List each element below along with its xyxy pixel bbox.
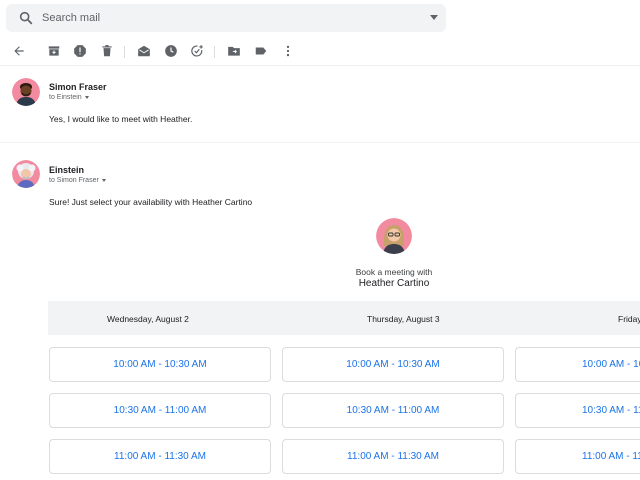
report-spam-icon[interactable]	[73, 44, 87, 58]
avatar[interactable]	[12, 78, 40, 106]
time-slot-button[interactable]: 11:00 AM - 11:30 AM	[49, 439, 271, 474]
day-label-thursday: Thursday, August 3	[367, 314, 440, 324]
avatar-heather-icon	[376, 218, 412, 254]
snooze-icon[interactable]	[164, 44, 178, 58]
message-body: Yes, I would like to meet with Heather.	[49, 114, 193, 124]
recipient-chevron-icon[interactable]	[101, 178, 106, 182]
avatar-simon-icon	[12, 78, 40, 106]
booking-label: Book a meeting with	[355, 267, 433, 277]
mark-unread-icon[interactable]	[137, 44, 151, 58]
move-to-icon[interactable]	[227, 44, 241, 58]
more-vert-icon[interactable]	[281, 44, 295, 58]
message-body: Sure! Just select your availability with…	[49, 197, 253, 207]
time-slot-button[interactable]: 10:00 AM - 10:30 AM	[49, 347, 271, 382]
time-slot-button[interactable]: 11:00 AM - 11:30 AM	[282, 439, 504, 474]
time-slot-button[interactable]: 11:00 AM - 11:30 AM	[515, 439, 640, 474]
day-label-friday: Friday	[618, 314, 640, 324]
archive-icon[interactable]	[47, 44, 61, 58]
message-toolbar	[0, 38, 640, 66]
message-divider	[0, 142, 640, 143]
recipient-line[interactable]: to Einstein	[49, 94, 89, 101]
time-slot-button[interactable]: 10:30 AM - 11:00 AM	[49, 393, 271, 428]
day-label-wednesday: Wednesday, August 2	[107, 314, 189, 324]
label-icon[interactable]	[254, 44, 268, 58]
back-arrow-icon[interactable]	[12, 44, 26, 58]
toolbar-divider	[214, 46, 215, 58]
search-options-chevron-icon[interactable]	[430, 15, 438, 20]
time-slot-button[interactable]: 10:30 AM - 11:00 AM	[282, 393, 504, 428]
toolbar-divider	[124, 46, 125, 58]
recipient-line[interactable]: to Simon Fraser	[49, 177, 106, 184]
recipient-chevron-icon[interactable]	[84, 95, 89, 99]
avatar-einstein-icon	[12, 160, 40, 188]
day-header-row: Wednesday, August 2 Thursday, August 3 F…	[48, 301, 640, 335]
sender-name: Simon Fraser	[49, 82, 107, 92]
recipient-label: to Einstein	[49, 94, 82, 101]
time-slot-button[interactable]: 10:30 AM - 11:00 AM	[515, 393, 640, 428]
time-slot-button[interactable]: 10:00 AM - 10:30 AM	[515, 347, 640, 382]
search-bar[interactable]	[6, 4, 446, 32]
sender-name: Einstein	[49, 165, 85, 175]
recipient-label: to Simon Fraser	[49, 177, 99, 184]
search-icon[interactable]	[18, 10, 34, 26]
delete-icon[interactable]	[100, 44, 114, 58]
booking-host-name: Heather Cartino	[358, 278, 430, 289]
time-slot-button[interactable]: 10:00 AM - 10:30 AM	[282, 347, 504, 382]
add-task-icon[interactable]	[190, 44, 204, 58]
avatar[interactable]	[12, 160, 40, 188]
search-input[interactable]	[42, 4, 422, 32]
host-avatar	[376, 218, 412, 254]
